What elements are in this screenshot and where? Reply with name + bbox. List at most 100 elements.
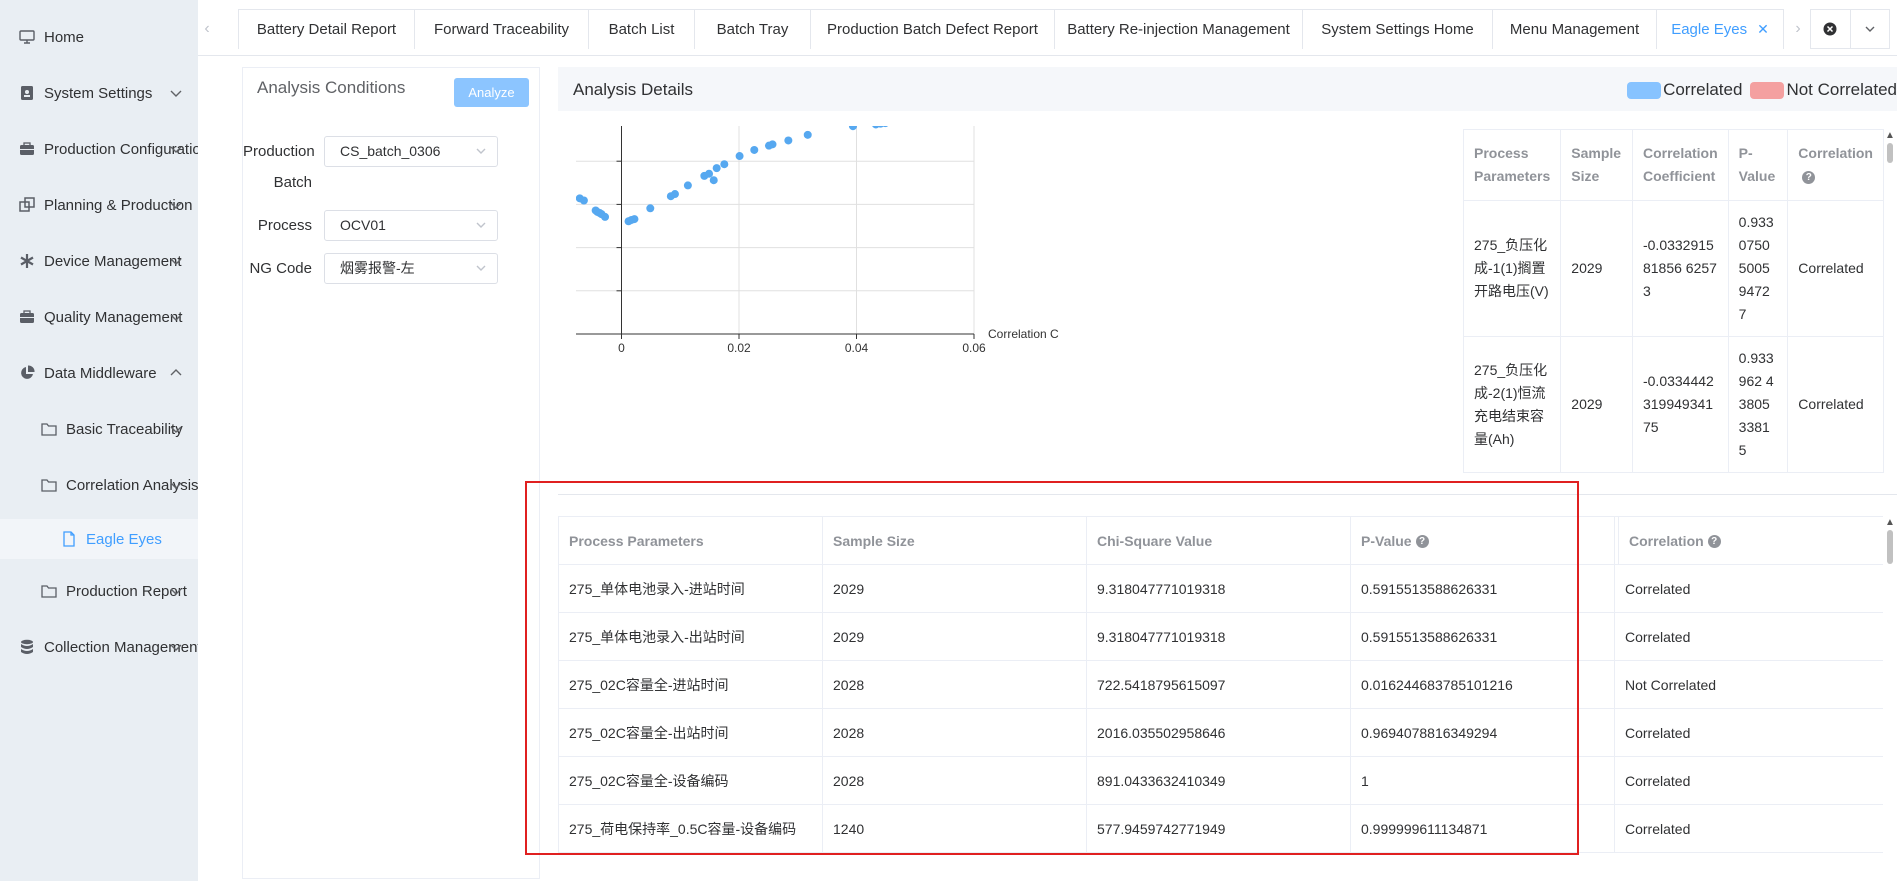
- table-cell: 2029: [1560, 336, 1633, 473]
- table-cell: 2029: [822, 612, 1087, 661]
- analysis-details-header: Analysis Details Correlated Not Correlat…: [558, 67, 1897, 111]
- table2-scrollbar[interactable]: ▲ ▼: [1884, 516, 1896, 881]
- analyze-button[interactable]: Analyze: [454, 78, 529, 107]
- table-cell: 2029: [822, 564, 1087, 613]
- tab-label: Forward Traceability: [433, 21, 570, 38]
- ng-code-value: 烟雾报警-左: [340, 260, 415, 276]
- correlation-link[interactable]: Correlated: [1614, 804, 1883, 853]
- main-content: Analysis Conditions Analyze Production B…: [198, 56, 1897, 881]
- tab-forward-traceability[interactable]: Forward Traceability: [414, 9, 589, 49]
- table-cell: 275_单体电池录入-出站时间: [558, 612, 823, 661]
- help-icon[interactable]: ?: [1415, 535, 1429, 549]
- sidebar: Home System Settings Production Configurat…: [0, 0, 209, 881]
- data-point: [601, 212, 610, 221]
- sidebar-item-label: System Settings: [44, 84, 153, 102]
- tab-label: Production Batch Defect Report: [827, 21, 1038, 38]
- tab-actions: [1810, 9, 1890, 49]
- col-correlation-coefficient: Correlation Coefficient: [1631, 129, 1729, 201]
- sidebar-item-label: Device Management: [44, 252, 182, 270]
- col-sample-size: Sample Size: [822, 516, 1087, 565]
- table-cell: 1240: [822, 804, 1087, 853]
- table-cell: 0.5915513588626331: [1350, 612, 1615, 661]
- tab-system-settings-home[interactable]: System Settings Home: [1302, 9, 1493, 49]
- chevron-down-icon: [170, 258, 182, 265]
- sidebar-item-eagle-eyes[interactable]: Eagle Eyes: [0, 519, 198, 559]
- ng-code-select[interactable]: 烟雾报警-左: [324, 253, 498, 284]
- help-icon[interactable]: ?: [1802, 170, 1816, 184]
- sidebar-item-correlation-analysis[interactable]: Correlation Analysis: [0, 465, 199, 505]
- tab-label: Menu Management: [1509, 21, 1640, 38]
- table-cell: 275_负压化成-2(1)恒流充电结束容量(Ah): [1463, 336, 1562, 473]
- legend-not-correlated-label: Not Correlated: [1786, 80, 1897, 99]
- correlation-link[interactable]: Correlated: [1614, 564, 1883, 613]
- col-sample-size: Sample Size: [1560, 129, 1633, 201]
- database-icon: [18, 638, 36, 656]
- folder-icon: [40, 476, 58, 494]
- sidebar-item-production-configuration[interactable]: Production Configuration: [0, 129, 209, 169]
- correlation-link[interactable]: Not Correlated: [1614, 660, 1883, 709]
- table-cell: 1: [1350, 756, 1615, 805]
- sidebar-item-device-management[interactable]: Device Management: [0, 241, 198, 281]
- correlation-link[interactable]: Correlated: [1614, 756, 1883, 805]
- data-point: [848, 126, 857, 131]
- sidebar-item-collection-management[interactable]: Collection Management: [0, 627, 202, 667]
- table-cell: 0.9694078816349294: [1350, 708, 1615, 757]
- production-batch-value: CS_batch_0306: [340, 143, 441, 159]
- col-correlation-label: Correlation: [1798, 145, 1873, 161]
- tab-battery-detail-report[interactable]: Battery Detail Report: [238, 9, 415, 49]
- sidebar-item-quality-management[interactable]: Quality Management: [0, 297, 198, 337]
- chevron-down-icon: [170, 588, 182, 595]
- tab-menu-management[interactable]: Menu Management: [1492, 9, 1657, 49]
- legend-not-correlated-swatch: [1750, 81, 1785, 99]
- production-batch-select[interactable]: CS_batch_0306: [324, 136, 498, 167]
- correlation-coefficient-table: Process Parameters Sample Size Correlati…: [1463, 129, 1884, 531]
- tab-label: Batch Tray: [716, 21, 789, 38]
- table-cell: 275_单体电池录入-进站时间: [558, 564, 823, 613]
- sidebar-item-label: Eagle Eyes: [86, 530, 162, 548]
- sidebar-item-basic-traceability[interactable]: Basic Traceability: [0, 409, 198, 449]
- help-icon[interactable]: ?: [1707, 535, 1721, 549]
- table-cell: 0.5915513588626331: [1350, 564, 1615, 613]
- sidebar-item-label: Data Middleware: [44, 364, 157, 382]
- correlation-link[interactable]: Correlated: [1787, 200, 1884, 337]
- data-point: [750, 145, 759, 154]
- close-icon[interactable]: ✕: [1757, 21, 1769, 38]
- data-point: [579, 196, 588, 205]
- monitor-icon: [18, 28, 36, 46]
- tab-label: Battery Detail Report: [256, 21, 397, 38]
- correlation-link[interactable]: Correlated: [1614, 708, 1883, 757]
- chevron-down-icon: [170, 482, 182, 489]
- tab-scroll-left-icon[interactable]: ‹: [198, 9, 216, 49]
- sidebar-item-home[interactable]: Home: [0, 17, 198, 57]
- table-cell: 722.5418795615097: [1086, 660, 1351, 709]
- close-all-tabs-icon[interactable]: [1811, 10, 1850, 48]
- tab-batch-list[interactable]: Batch List: [588, 9, 695, 49]
- tab-label: System Settings Home: [1321, 21, 1474, 38]
- tab-production-batch-defect-report[interactable]: Production Batch Defect Report: [810, 9, 1055, 49]
- process-select[interactable]: OCV01: [324, 210, 498, 241]
- correlation-link[interactable]: Correlated: [1787, 336, 1884, 473]
- col-p-value: P-Value?: [1350, 516, 1615, 565]
- tab-eagle-eyes[interactable]: Eagle Eyes ✕: [1656, 9, 1784, 49]
- x-axis-label: Correlation C: [988, 327, 1059, 341]
- tab-label: Battery Re-injection Management: [1067, 21, 1290, 38]
- lock-icon: [18, 84, 36, 102]
- chevron-down-icon: [170, 314, 182, 321]
- table1-scrollbar[interactable]: ▲ ▼: [1884, 129, 1896, 531]
- sidebar-item-data-middleware[interactable]: Data Middleware: [0, 353, 198, 393]
- tab-battery-re-injection-management[interactable]: Battery Re-injection Management: [1054, 9, 1303, 49]
- sidebar-item-system-settings[interactable]: System Settings: [0, 73, 198, 113]
- table-cell: 275_负压化成-1(1)搁置 开路电压(V): [1463, 200, 1562, 337]
- x-tick-label: 0.04: [845, 341, 869, 355]
- correlation-link[interactable]: Correlated: [1614, 612, 1883, 661]
- asterisk-icon: [18, 252, 36, 270]
- tab-scroll-right-icon[interactable]: ›: [1789, 9, 1807, 49]
- data-point: [646, 204, 655, 213]
- tab-batch-tray[interactable]: Batch Tray: [694, 9, 811, 49]
- chevron-down-icon: [476, 222, 486, 228]
- analysis-conditions-panel: Analysis Conditions Analyze Production B…: [242, 67, 540, 879]
- col-correlation: Correlation ?: [1787, 129, 1884, 201]
- tab-menu-chevron-down-icon[interactable]: [1849, 10, 1890, 48]
- sidebar-item-production-report[interactable]: Production Report: [0, 571, 198, 611]
- sidebar-item-planning-production[interactable]: Planning & Production: [0, 185, 198, 225]
